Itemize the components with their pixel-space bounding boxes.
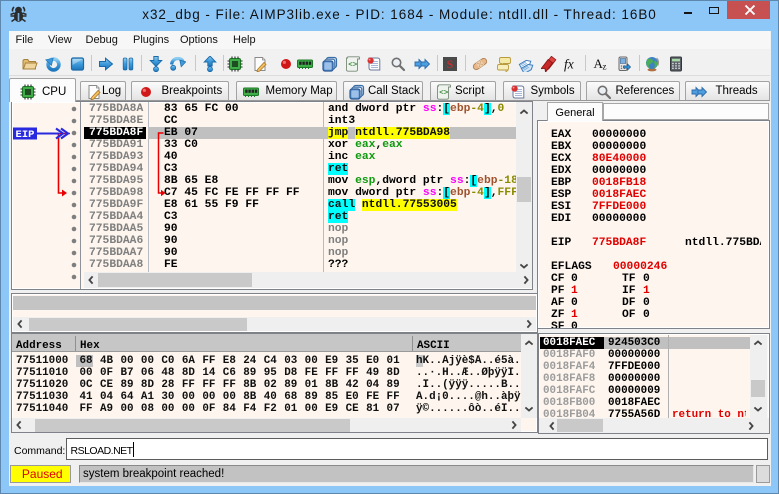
svg-text:EIP: EIP — [16, 129, 35, 141]
